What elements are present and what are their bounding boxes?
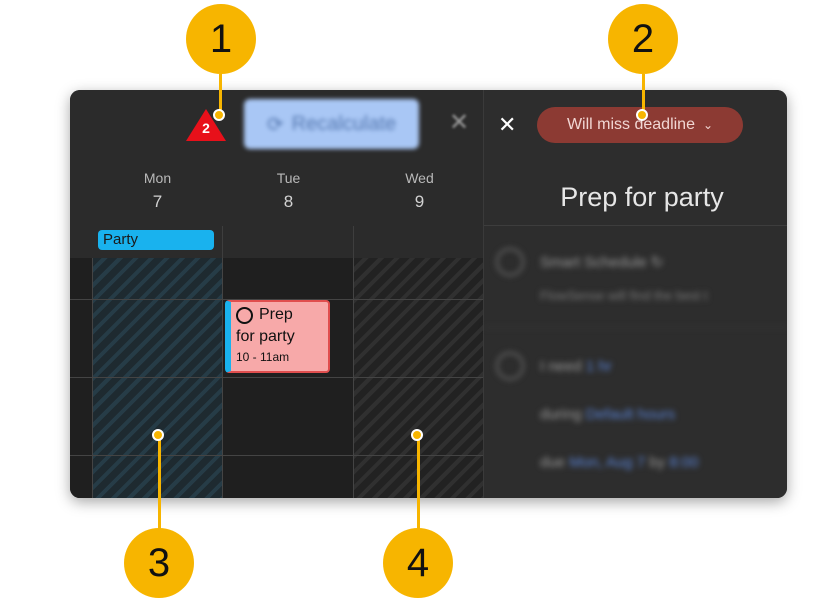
callout-4: 4 bbox=[383, 528, 453, 598]
refresh-icon: ⟳ bbox=[266, 113, 284, 136]
callout-dot-2 bbox=[636, 109, 648, 121]
need-value[interactable]: 1 hr bbox=[586, 358, 612, 375]
hour-line bbox=[70, 455, 483, 456]
hour-line bbox=[70, 377, 483, 378]
clock-icon bbox=[496, 352, 524, 380]
divider bbox=[353, 258, 354, 498]
day-name: Tue bbox=[276, 170, 301, 186]
divider bbox=[92, 258, 93, 498]
divider bbox=[484, 327, 787, 328]
callout-3: 3 bbox=[124, 528, 194, 598]
divider bbox=[222, 226, 223, 258]
during-row[interactable]: during Default hours bbox=[540, 406, 675, 423]
all-day-event-party[interactable]: Party bbox=[98, 230, 214, 250]
callout-leader-3 bbox=[158, 437, 161, 533]
callout-dot-4 bbox=[411, 429, 423, 441]
by-label: by bbox=[649, 454, 666, 471]
callout-leader-4 bbox=[417, 437, 420, 533]
due-label: due bbox=[540, 454, 566, 471]
recalculate-button[interactable]: ⟳ Recalculate bbox=[244, 99, 419, 149]
callout-dot-1 bbox=[213, 109, 225, 121]
divider bbox=[222, 258, 223, 498]
divider bbox=[484, 225, 787, 226]
event-prep-for-party[interactable]: Prep for party 10 - 11am bbox=[225, 300, 330, 373]
day-number: 9 bbox=[414, 192, 425, 211]
need-label: I need bbox=[540, 358, 582, 375]
callout-2: 2 bbox=[608, 4, 678, 74]
time-grid bbox=[70, 258, 483, 498]
status-label: Will miss deadline bbox=[566, 116, 695, 133]
day-header-mon: Mon 7 bbox=[92, 170, 223, 212]
due-value[interactable]: Mon, Aug 7 bbox=[569, 454, 645, 471]
smart-schedule-icon bbox=[496, 248, 524, 276]
callout-leader-1 bbox=[219, 74, 222, 112]
task-checkbox-icon[interactable] bbox=[236, 306, 253, 324]
callout-dot-3 bbox=[152, 429, 164, 441]
recalculate-label: Recalculate bbox=[291, 112, 397, 135]
day-header-tue: Tue 8 bbox=[223, 170, 354, 212]
day-number: 7 bbox=[152, 192, 163, 211]
during-value[interactable]: Default hours bbox=[586, 406, 675, 423]
task-title: Prep for party bbox=[560, 182, 724, 212]
during-label: during bbox=[540, 406, 582, 423]
event-time: 10 - 11am bbox=[236, 350, 290, 364]
day-name: Wed bbox=[405, 170, 434, 186]
app-window: 2 ⟳ Recalculate ✕ Mon 7 Tue 8 Wed 9 Part… bbox=[70, 90, 787, 498]
smart-schedule-label[interactable]: Smart Schedule ↻ bbox=[540, 253, 663, 271]
day-header-wed: Wed 9 bbox=[354, 170, 485, 212]
task-details-panel: ✕ Will miss deadline ⌄ Prep for party Sm… bbox=[483, 90, 787, 498]
by-value[interactable]: 8:00 bbox=[669, 454, 698, 471]
duration-row[interactable]: I need 1 hr bbox=[540, 358, 612, 375]
callout-1: 1 bbox=[186, 4, 256, 74]
day-name: Mon bbox=[143, 170, 172, 186]
event-title-line1: Prep bbox=[259, 306, 293, 323]
due-row[interactable]: due Mon, Aug 7 by 8:00 bbox=[540, 454, 698, 471]
close-icon[interactable]: ✕ bbox=[498, 112, 516, 138]
day-number: 8 bbox=[283, 192, 294, 211]
warning-count: 2 bbox=[202, 120, 210, 136]
chevron-down-icon: ⌄ bbox=[702, 118, 714, 132]
smart-schedule-sub: FlowSense will find the best t bbox=[540, 288, 708, 303]
unavailable-hours-mon bbox=[92, 258, 222, 498]
calendar-close-icon[interactable]: ✕ bbox=[446, 110, 472, 136]
event-title-line2: for party bbox=[236, 328, 295, 345]
divider bbox=[353, 226, 354, 258]
event-title: Prep bbox=[236, 304, 328, 326]
